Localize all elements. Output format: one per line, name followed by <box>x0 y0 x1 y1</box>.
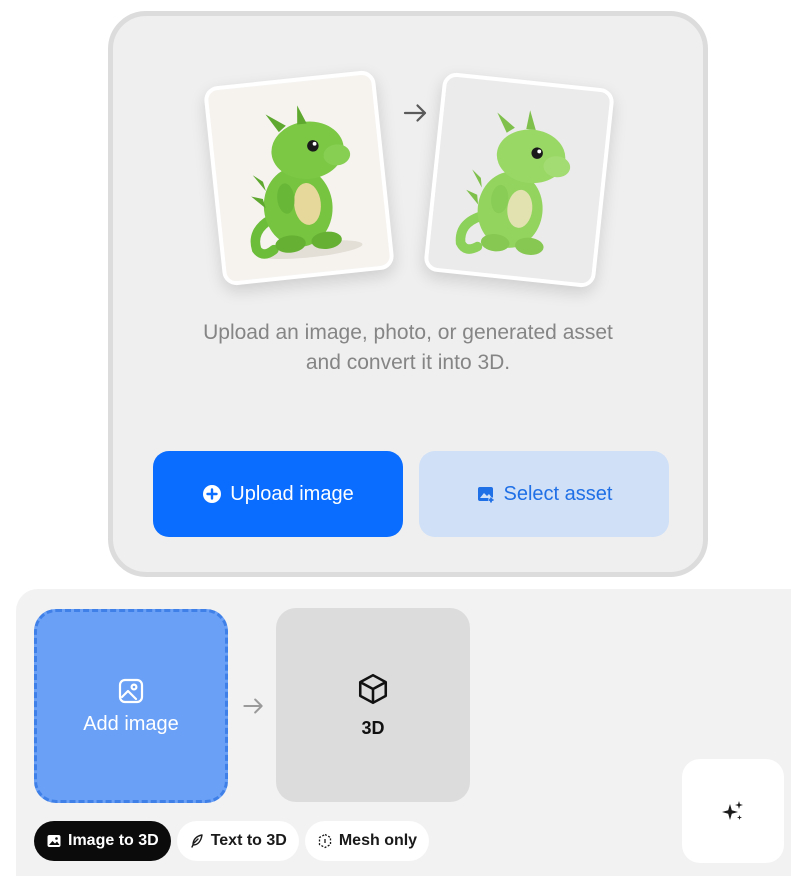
dragon-3d-model-illustration <box>427 76 611 284</box>
upload-description-line-1: Upload an image, photo, or generated ass… <box>203 321 613 344</box>
conversion-preview <box>113 16 703 316</box>
tab-image-to-3d[interactable]: Image to 3D <box>34 821 171 861</box>
upload-card: Upload an image, photo, or generated ass… <box>108 11 708 577</box>
image-icon <box>46 833 62 849</box>
conversion-arrow-icon <box>400 98 430 128</box>
asset-icon <box>476 484 496 504</box>
plus-circle-icon <box>202 484 222 504</box>
upload-image-button[interactable]: Upload image <box>153 451 403 537</box>
dragon-photo-illustration <box>207 74 391 282</box>
tab-mesh-only[interactable]: Mesh only <box>304 821 430 861</box>
result-3d-thumbnail <box>423 71 615 289</box>
output-3d-slot: 3D <box>276 608 470 802</box>
upload-image-button-label: Upload image <box>230 482 354 505</box>
tab-text-to-3d[interactable]: Text to 3D <box>176 821 299 861</box>
select-asset-button-label: Select asset <box>503 482 613 505</box>
sparkle-icon <box>720 798 746 824</box>
select-asset-button[interactable]: Select asset <box>419 451 669 537</box>
generate-button[interactable] <box>682 759 784 863</box>
image-add-icon <box>117 677 145 705</box>
upload-description: Upload an image, photo, or generated ass… <box>133 318 683 378</box>
upload-description-line-2: and convert it into 3D. <box>305 351 511 374</box>
add-image-dropzone[interactable]: Add image <box>34 609 228 803</box>
mesh-icon <box>317 833 333 849</box>
tab-text-to-3d-label: Text to 3D <box>210 832 287 849</box>
output-3d-label: 3D <box>361 717 385 738</box>
source-image-thumbnail <box>203 69 395 287</box>
feather-icon <box>189 833 205 849</box>
tab-image-to-3d-label: Image to 3D <box>68 832 159 849</box>
tab-mesh-only-label: Mesh only <box>338 832 418 849</box>
add-image-label: Add image <box>83 712 179 735</box>
cube-icon <box>356 672 390 706</box>
workflow-panel: Add image 3D Image to 3D Text to 3D Mesh… <box>16 589 791 876</box>
flow-arrow-icon <box>240 693 266 719</box>
image-to-3d-app: Upload an image, photo, or generated ass… <box>0 0 791 876</box>
mode-tabs: Image to 3D Text to 3D Mesh only <box>34 821 430 861</box>
